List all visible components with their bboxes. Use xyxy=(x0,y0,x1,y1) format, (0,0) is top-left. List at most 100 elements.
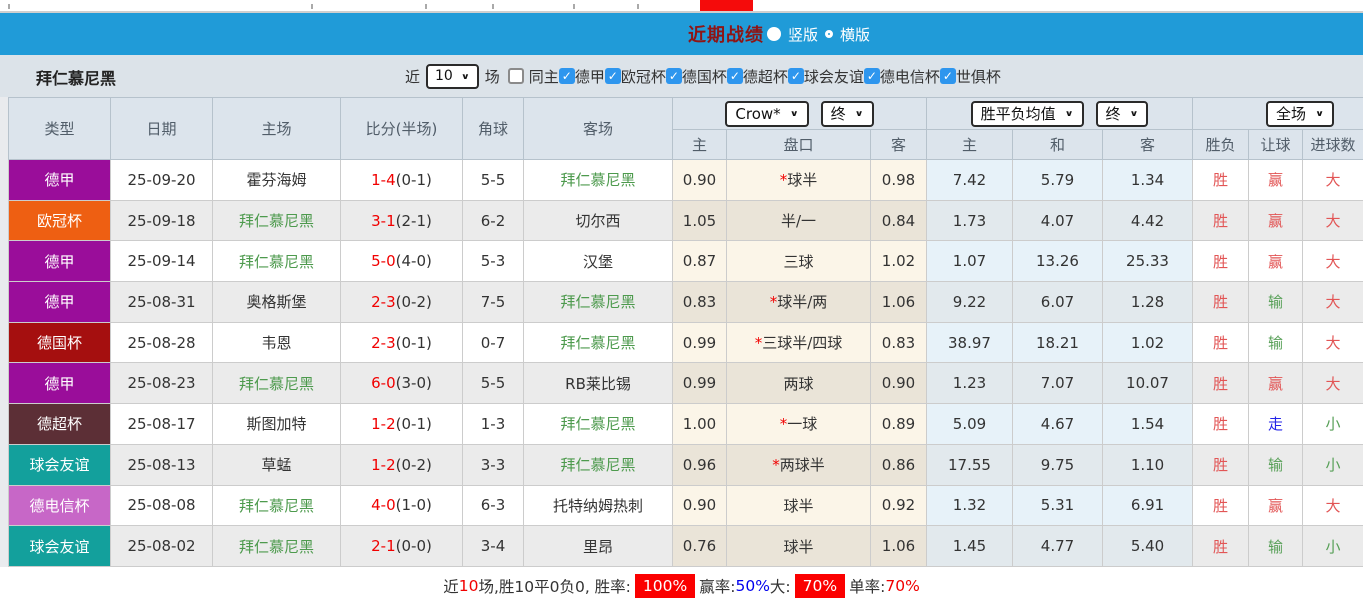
goal-result-cell: 小 xyxy=(1303,444,1363,485)
away-team[interactable]: 托特纳姆热刺 xyxy=(524,485,673,526)
goal-result-cell: 大 xyxy=(1303,282,1363,323)
result-cell: 胜 xyxy=(1193,404,1249,445)
odds-home-cell: 0.90 xyxy=(673,160,727,201)
away-team[interactable]: 拜仁慕尼黑 xyxy=(524,444,673,485)
home-team[interactable]: 拜仁慕尼黑 xyxy=(213,363,341,404)
away-team[interactable]: 拜仁慕尼黑 xyxy=(524,322,673,363)
checkbox-checked-icon[interactable]: ✓ xyxy=(666,68,682,84)
home-team[interactable]: 奥格斯堡 xyxy=(213,282,341,323)
scope-select[interactable]: 全场∨ xyxy=(1266,101,1334,127)
handicap-cell: *两球半 xyxy=(727,444,871,485)
checkbox-checked-icon[interactable]: ✓ xyxy=(605,68,621,84)
score-cell[interactable]: 2-1(0-0) xyxy=(341,526,463,567)
handicap-cell: 三球 xyxy=(727,241,871,282)
avg-draw-cell: 4.67 xyxy=(1013,404,1103,445)
checkbox-checked-icon[interactable]: ✓ xyxy=(940,68,956,84)
filter-checkbox-label: 世俱杯 xyxy=(956,66,1001,87)
corners-cell: 3-4 xyxy=(463,526,524,567)
date-cell: 25-09-20 xyxy=(111,160,213,201)
checkbox-checked-icon[interactable]: ✓ xyxy=(864,68,880,84)
goal-result-cell: 大 xyxy=(1303,322,1363,363)
filter-item: ✓德电信杯 xyxy=(864,66,940,87)
strip-mark xyxy=(425,4,427,9)
away-team[interactable]: 拜仁慕尼黑 xyxy=(524,282,673,323)
results-tbody: 德甲25-09-20霍芬海姆1-4(0-1)5-5拜仁慕尼黑0.90*球半0.9… xyxy=(9,160,1363,567)
handicap-cell: *球半/两 xyxy=(727,282,871,323)
score-cell[interactable]: 2-3(0-1) xyxy=(341,322,463,363)
strip-mark xyxy=(573,4,575,9)
home-team[interactable]: 拜仁慕尼黑 xyxy=(213,485,341,526)
strip-mark xyxy=(8,4,10,9)
away-team[interactable]: 拜仁慕尼黑 xyxy=(524,404,673,445)
home-team[interactable]: 韦恩 xyxy=(213,322,341,363)
top-strip xyxy=(0,0,1363,13)
home-team[interactable]: 拜仁慕尼黑 xyxy=(213,200,341,241)
score-cell[interactable]: 1-2(0-1) xyxy=(341,404,463,445)
away-team[interactable]: 里昂 xyxy=(524,526,673,567)
date-cell: 25-09-18 xyxy=(111,200,213,241)
result-cell: 胜 xyxy=(1193,485,1249,526)
league-filters: 同主✓德甲✓欧冠杯✓德国杯✓德超杯✓球会友谊✓德电信杯✓世俱杯 xyxy=(506,66,1001,87)
checkbox-checked-icon[interactable]: ✓ xyxy=(559,68,575,84)
chevron-down-icon: ∨ xyxy=(1315,109,1324,119)
red-tab-remnant xyxy=(700,0,753,11)
match-row: 德甲25-09-20霍芬海姆1-4(0-1)5-5拜仁慕尼黑0.90*球半0.9… xyxy=(9,160,1363,201)
type-badge: 德超杯 xyxy=(9,404,111,445)
col-result: 胜负 xyxy=(1193,130,1249,160)
avg-home-cell: 7.42 xyxy=(927,160,1013,201)
home-team[interactable]: 拜仁慕尼黑 xyxy=(213,241,341,282)
score-cell[interactable]: 2-3(0-2) xyxy=(341,282,463,323)
result-cell: 胜 xyxy=(1193,444,1249,485)
home-team[interactable]: 拜仁慕尼黑 xyxy=(213,526,341,567)
col-goal-result: 进球数 xyxy=(1303,130,1363,160)
checkbox-unchecked-icon[interactable] xyxy=(508,68,524,84)
summary-segment: 10 xyxy=(459,577,479,595)
type-badge: 球会友谊 xyxy=(9,444,111,485)
score-cell[interactable]: 3-1(2-1) xyxy=(341,200,463,241)
odds-home-cell: 0.96 xyxy=(673,444,727,485)
filter-item: ✓欧冠杯 xyxy=(605,66,666,87)
avg-home-cell: 9.22 xyxy=(927,282,1013,323)
goal-result-cell: 大 xyxy=(1303,485,1363,526)
avg-time-select[interactable]: 终∨ xyxy=(1096,101,1149,127)
avg-draw-cell: 4.77 xyxy=(1013,526,1103,567)
avg-home-cell: 17.55 xyxy=(927,444,1013,485)
let-result-cell: 赢 xyxy=(1249,200,1303,241)
home-team[interactable]: 斯图加特 xyxy=(213,404,341,445)
match-row: 德电信杯25-08-08拜仁慕尼黑4-0(1-0)6-3托特纳姆热刺0.90球半… xyxy=(9,485,1363,526)
score-cell[interactable]: 1-4(0-1) xyxy=(341,160,463,201)
avg-type-select[interactable]: 胜平负均值∨ xyxy=(971,101,1084,127)
avg-home-cell: 5.09 xyxy=(927,404,1013,445)
away-team[interactable]: 切尔西 xyxy=(524,200,673,241)
checkbox-checked-icon[interactable]: ✓ xyxy=(727,68,743,84)
odds-home-cell: 0.99 xyxy=(673,322,727,363)
vertical-view-radio[interactable] xyxy=(767,27,781,41)
away-team[interactable]: 拜仁慕尼黑 xyxy=(524,160,673,201)
chevron-down-icon: ∨ xyxy=(1130,109,1139,119)
avg-draw-cell: 9.75 xyxy=(1013,444,1103,485)
match-row: 德甲25-08-31奥格斯堡2-3(0-2)7-5拜仁慕尼黑0.83*球半/两1… xyxy=(9,282,1363,323)
avg-home-cell: 1.73 xyxy=(927,200,1013,241)
away-team[interactable]: 汉堡 xyxy=(524,241,673,282)
score-cell[interactable]: 1-2(0-2) xyxy=(341,444,463,485)
odds-time-select[interactable]: 终∨ xyxy=(821,101,874,127)
checkbox-checked-icon[interactable]: ✓ xyxy=(788,68,804,84)
score-cell[interactable]: 6-0(3-0) xyxy=(341,363,463,404)
corners-cell: 6-2 xyxy=(463,200,524,241)
away-team[interactable]: RB莱比锡 xyxy=(524,363,673,404)
horizontal-view-radio[interactable] xyxy=(825,30,833,38)
recent-count-select[interactable]: 10 ∨ xyxy=(426,64,479,89)
odds-company-select[interactable]: Crow*∨ xyxy=(725,101,808,127)
strip-mark xyxy=(637,4,639,9)
odds-away-cell: 1.06 xyxy=(871,282,927,323)
result-cell: 胜 xyxy=(1193,241,1249,282)
score-cell[interactable]: 5-0(4-0) xyxy=(341,241,463,282)
col-score: 比分(半场) xyxy=(341,98,463,160)
avg-away-cell: 1.28 xyxy=(1103,282,1193,323)
home-team[interactable]: 草蜢 xyxy=(213,444,341,485)
home-team[interactable]: 霍芬海姆 xyxy=(213,160,341,201)
score-cell[interactable]: 4-0(1-0) xyxy=(341,485,463,526)
avg-home-cell: 1.45 xyxy=(927,526,1013,567)
scope-select-header: 全场∨ xyxy=(1193,98,1363,130)
chevron-down-icon: ∨ xyxy=(1065,109,1074,119)
